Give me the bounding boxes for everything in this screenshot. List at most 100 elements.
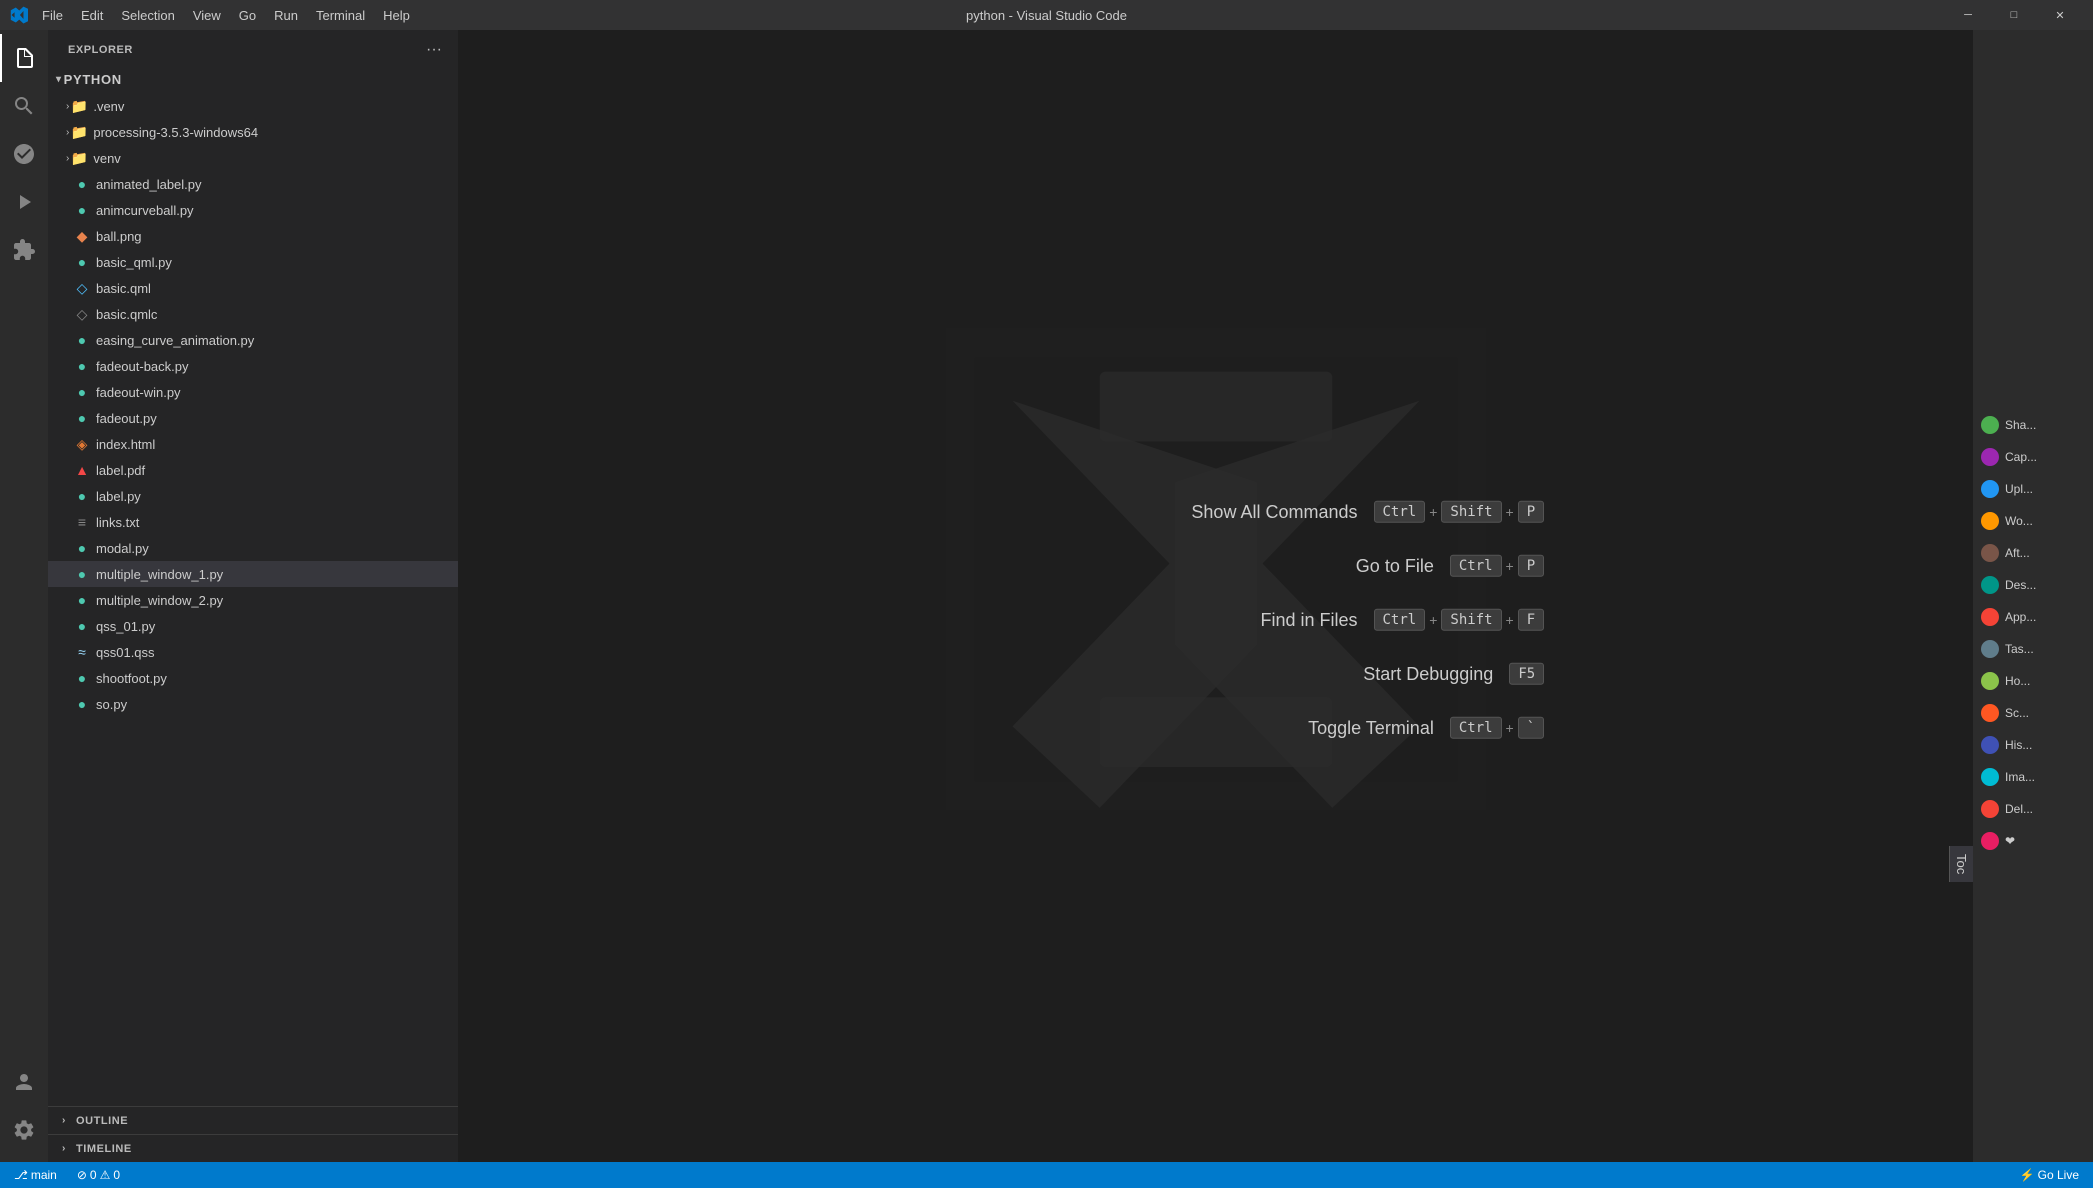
file-index-html[interactable]: ◈ index.html <box>48 431 458 457</box>
folder-venv[interactable]: › 📁 .venv <box>48 93 458 119</box>
python-file-icon: ● <box>74 488 90 504</box>
timeline-panel-header[interactable]: › TIMELINE <box>48 1134 458 1162</box>
activitybar-explorer[interactable] <box>0 34 48 82</box>
vscode-icon <box>10 6 28 24</box>
git-icon <box>12 142 36 166</box>
toc-button[interactable]: Toc <box>1949 846 1973 882</box>
file-name: so.py <box>96 697 458 712</box>
shortcut-label: Go to File <box>1234 555 1434 576</box>
activitybar-run-debug[interactable] <box>0 178 48 226</box>
activitybar-accounts[interactable] <box>0 1058 48 1106</box>
file-animcurveball[interactable]: ● animcurveball.py <box>48 197 458 223</box>
minimize-button[interactable]: ─ <box>1945 0 1991 30</box>
outline-panel-header[interactable]: › OUTLINE <box>48 1106 458 1134</box>
python-file-icon: ● <box>74 566 90 582</box>
menu-selection[interactable]: Selection <box>113 6 182 25</box>
right-panel-item-wo[interactable]: Wo... <box>1973 506 2093 536</box>
right-panel-item-app[interactable]: App... <box>1973 602 2093 632</box>
right-panel-item-heart[interactable]: ❤ <box>1973 826 2093 856</box>
right-panel-icon <box>1981 480 1999 498</box>
key-p: P <box>1518 555 1544 577</box>
right-panel-icon <box>1981 608 1999 626</box>
key-f: F <box>1518 609 1544 631</box>
activitybar-source-control[interactable] <box>0 130 48 178</box>
shortcut-keys: Ctrl + Shift + F <box>1373 609 1544 631</box>
maximize-button[interactable]: □ <box>1991 0 2037 30</box>
menu-view[interactable]: View <box>185 6 229 25</box>
file-basic-qmlc[interactable]: ◇ basic.qmlc <box>48 301 458 327</box>
right-panel-item-tas[interactable]: Tas... <box>1973 634 2093 664</box>
file-ball-png[interactable]: ◆ ball.png <box>48 223 458 249</box>
file-label-pdf[interactable]: ▲ label.pdf <box>48 457 458 483</box>
python-file-icon: ● <box>74 696 90 712</box>
statusbar-errors[interactable]: ⊘ 0 ⚠ 0 <box>71 1162 126 1188</box>
python-file-icon: ● <box>74 410 90 426</box>
key-sep: + <box>1506 504 1514 520</box>
folder-name: processing-3.5.3-windows64 <box>93 125 458 140</box>
menu-edit[interactable]: Edit <box>73 6 111 25</box>
sidebar-bottom-panels: › OUTLINE › TIMELINE <box>48 1106 458 1162</box>
file-easing[interactable]: ● easing_curve_animation.py <box>48 327 458 353</box>
file-animated-label[interactable]: ● animated_label.py <box>48 171 458 197</box>
right-panel-item-aft[interactable]: Aft... <box>1973 538 2093 568</box>
statusbar-branch[interactable]: ⎇ main <box>8 1162 63 1188</box>
shortcut-keys: Ctrl + P <box>1450 555 1544 577</box>
file-label-py[interactable]: ● label.py <box>48 483 458 509</box>
right-panel-item-upl[interactable]: Upl... <box>1973 474 2093 504</box>
shortcut-row-terminal: Toggle Terminal Ctrl + ` <box>1157 717 1544 739</box>
right-panel-item-his[interactable]: His... <box>1973 730 2093 760</box>
statusbar-left: ⎇ main ⊘ 0 ⚠ 0 <box>8 1162 126 1188</box>
activitybar-extensions[interactable] <box>0 226 48 274</box>
file-links-txt[interactable]: ≡ links.txt <box>48 509 458 535</box>
right-panel-item-ho[interactable]: Ho... <box>1973 666 2093 696</box>
right-panel-item-des[interactable]: Des... <box>1973 570 2093 600</box>
shortcut-row-file: Go to File Ctrl + P <box>1157 555 1544 577</box>
key-ctrl: Ctrl <box>1373 501 1425 523</box>
file-basic-qml[interactable]: ◇ basic.qml <box>48 275 458 301</box>
timeline-label: TIMELINE <box>76 1143 132 1155</box>
right-panel-item-ima[interactable]: Ima... <box>1973 762 2093 792</box>
qml-file-icon: ◇ <box>74 280 90 296</box>
project-root[interactable]: ▾ PYTHON <box>48 65 458 93</box>
chevron-right-icon: › <box>66 101 69 112</box>
file-name: animated_label.py <box>96 177 458 192</box>
file-multiple-window-2[interactable]: ● multiple_window_2.py <box>48 587 458 613</box>
menu-help[interactable]: Help <box>375 6 418 25</box>
file-modal[interactable]: ● modal.py <box>48 535 458 561</box>
activitybar-settings[interactable] <box>0 1106 48 1154</box>
menu-go[interactable]: Go <box>231 6 264 25</box>
qmlc-file-icon: ◇ <box>74 306 90 322</box>
file-fadeout-win[interactable]: ● fadeout-win.py <box>48 379 458 405</box>
file-so[interactable]: ● so.py <box>48 691 458 717</box>
error-icon: ⊘ <box>77 1168 87 1182</box>
file-fadeout[interactable]: ● fadeout.py <box>48 405 458 431</box>
folder-venv2[interactable]: › 📁 venv <box>48 145 458 171</box>
right-panel-icon <box>1981 576 1999 594</box>
folder-processing[interactable]: › 📁 processing-3.5.3-windows64 <box>48 119 458 145</box>
python-file-icon: ● <box>74 332 90 348</box>
right-panel-item-cap[interactable]: Cap... <box>1973 442 2093 472</box>
sidebar-more-button[interactable]: ··· <box>422 39 446 61</box>
right-panel-label: Des... <box>2005 578 2036 592</box>
file-name: label.py <box>96 489 458 504</box>
file-qss-01[interactable]: ● qss_01.py <box>48 613 458 639</box>
key-p: P <box>1518 501 1544 523</box>
file-shootfoot[interactable]: ● shootfoot.py <box>48 665 458 691</box>
file-basic-qml-py[interactable]: ● basic_qml.py <box>48 249 458 275</box>
close-button[interactable]: ✕ <box>2037 0 2083 30</box>
file-qss01-qss[interactable]: ≈ qss01.qss <box>48 639 458 665</box>
error-count: 0 <box>90 1168 97 1182</box>
right-panel-item-sc[interactable]: Sc... <box>1973 698 2093 728</box>
pdf-file-icon: ▲ <box>74 462 90 478</box>
file-fadeout-back[interactable]: ● fadeout-back.py <box>48 353 458 379</box>
menu-terminal[interactable]: Terminal <box>308 6 373 25</box>
menu-file[interactable]: File <box>34 6 71 25</box>
statusbar-go-live[interactable]: ⚡ Go Live <box>2014 1162 2085 1188</box>
key-sep: + <box>1506 720 1514 736</box>
right-panel-label: App... <box>2005 610 2036 624</box>
activitybar-search[interactable] <box>0 82 48 130</box>
file-multiple-window-1[interactable]: ● multiple_window_1.py <box>48 561 458 587</box>
right-panel-item-del[interactable]: Del... <box>1973 794 2093 824</box>
right-panel-item-sha[interactable]: Sha... <box>1973 410 2093 440</box>
menu-run[interactable]: Run <box>266 6 306 25</box>
